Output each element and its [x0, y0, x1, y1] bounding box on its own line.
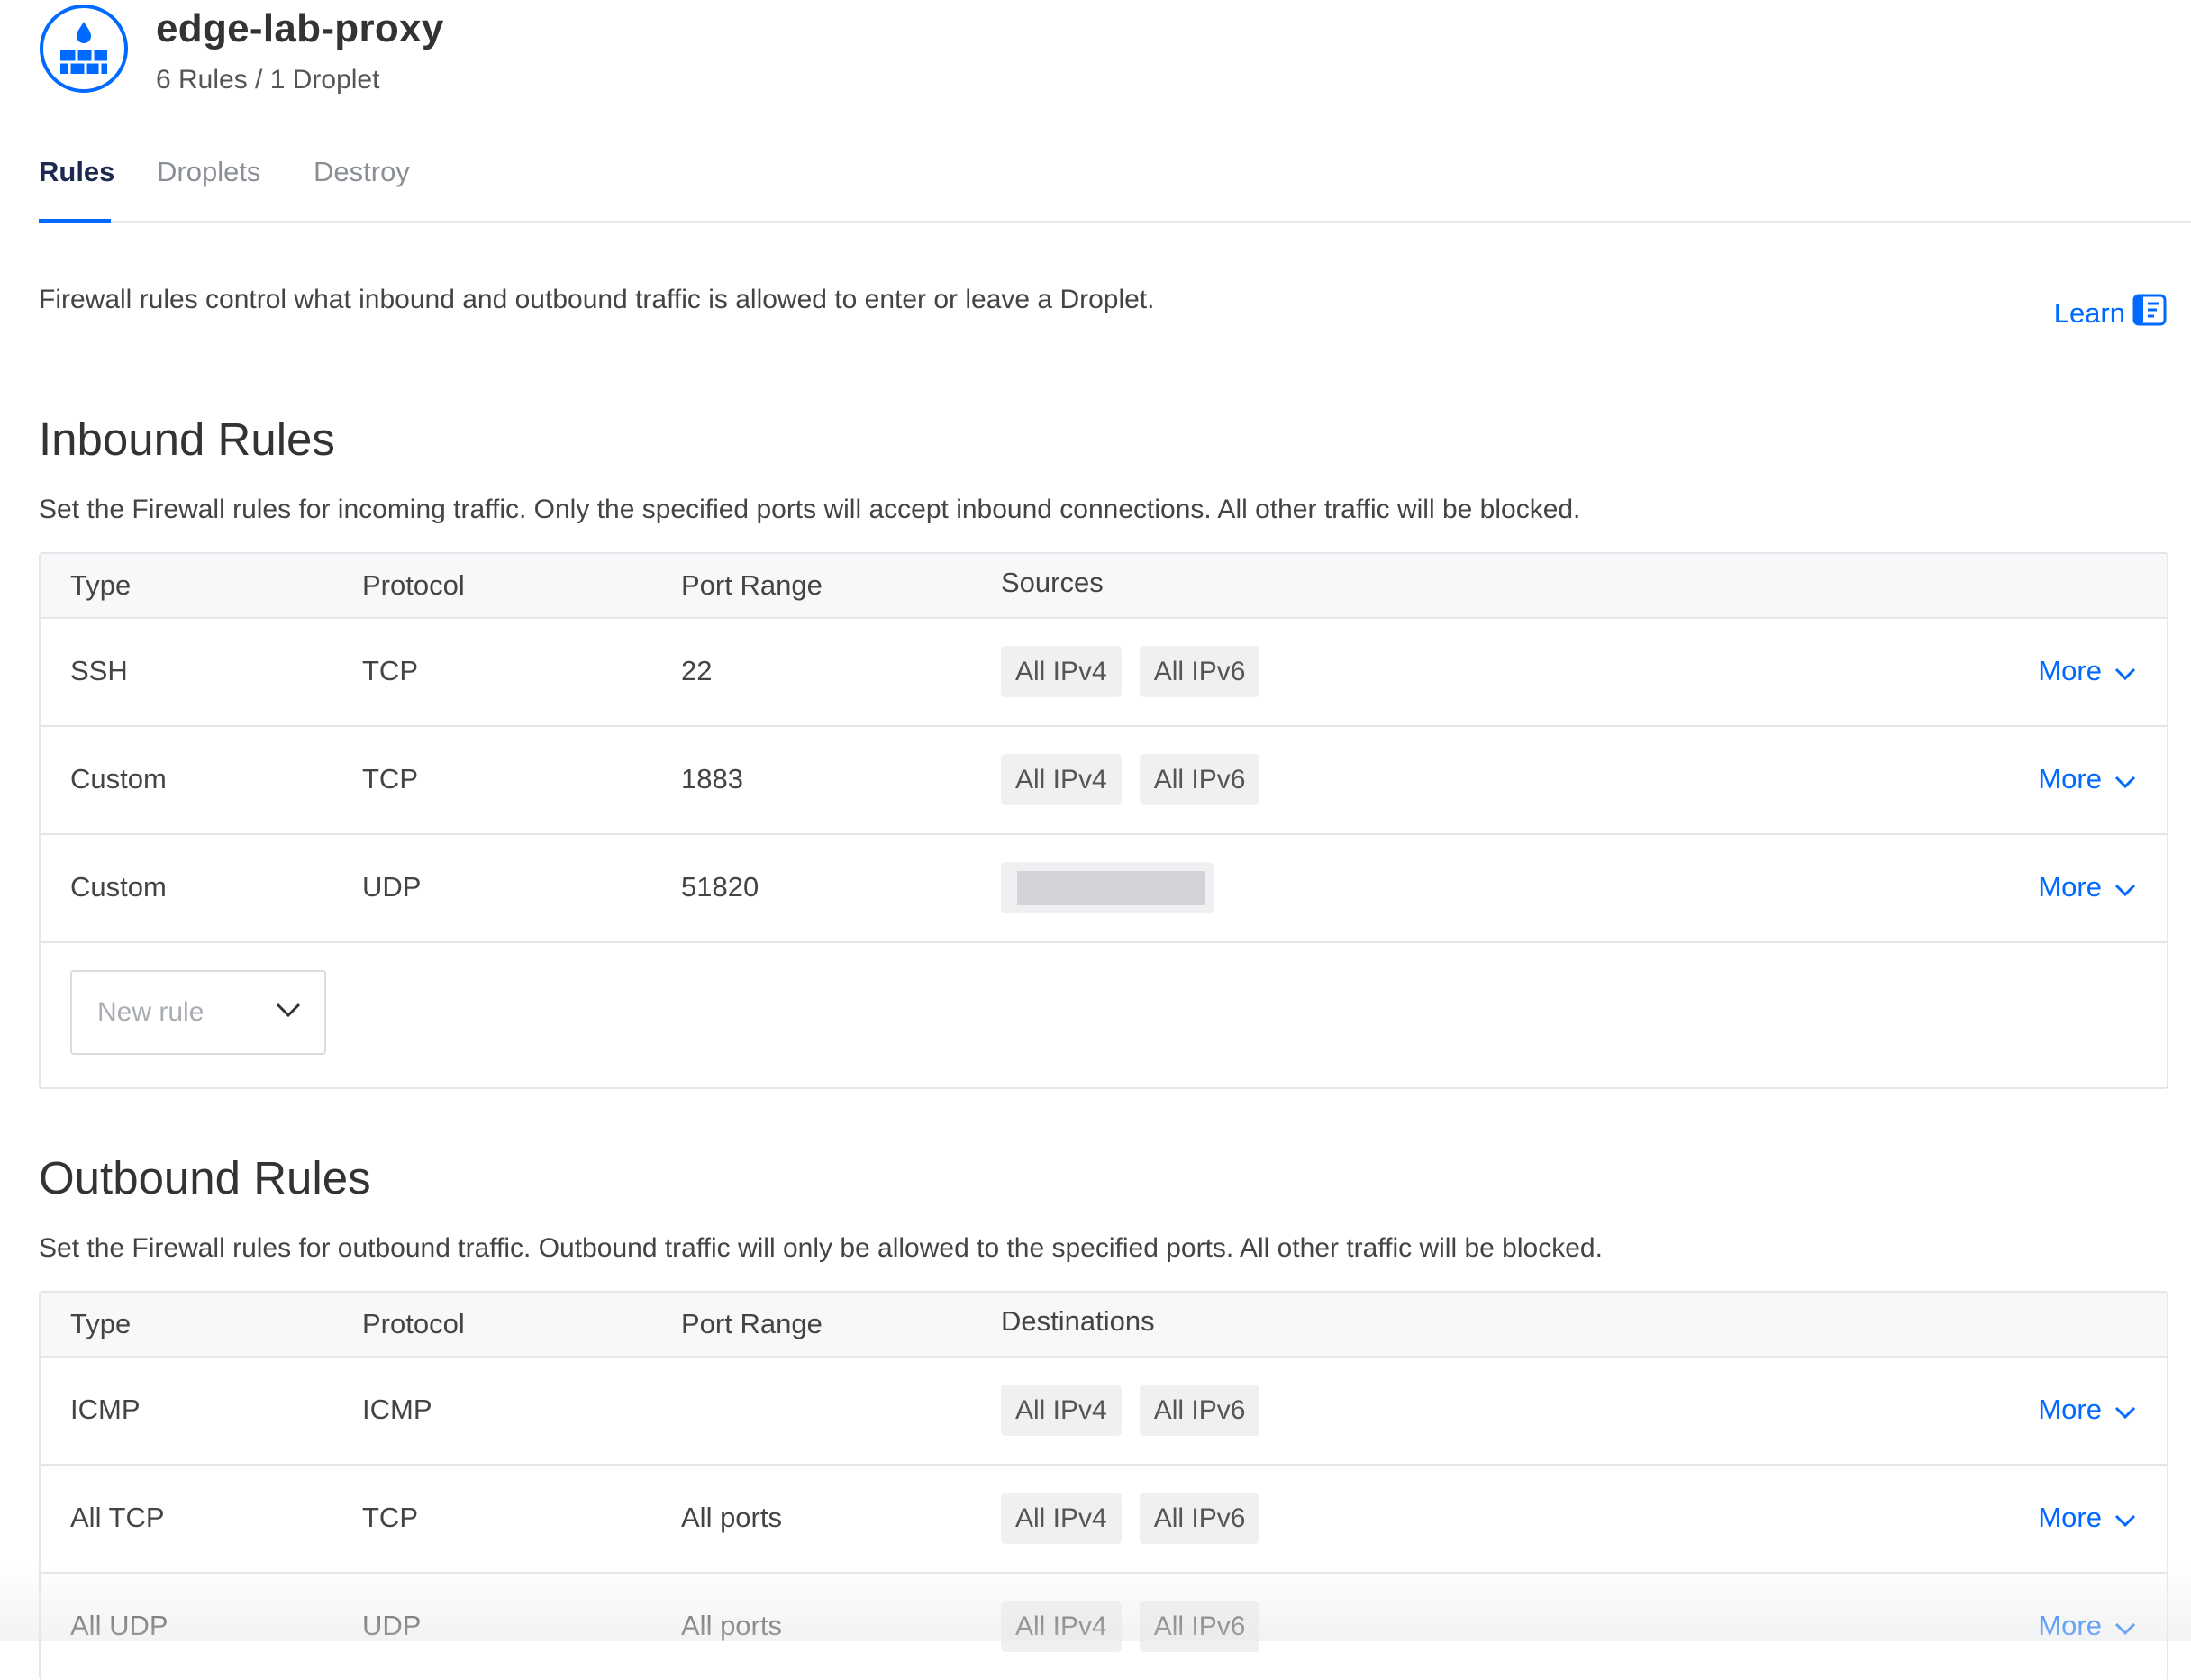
- rule-port: 51820: [681, 871, 759, 903]
- more-button[interactable]: More: [2038, 1610, 2136, 1642]
- column-port-range: Port Range: [681, 569, 823, 601]
- more-label: More: [2038, 655, 2102, 686]
- chevron-down-icon: [2114, 655, 2136, 687]
- inbound-rules-table: Type Protocol Port Range Sources SSH TCP…: [39, 552, 2168, 1089]
- destination-chips: All IPv4 All IPv6: [1001, 1385, 1260, 1436]
- document-icon: [2132, 294, 2167, 333]
- destination-chip: All IPv6: [1139, 1385, 1260, 1436]
- more-button[interactable]: More: [2038, 1502, 2136, 1534]
- chevron-down-icon: [2114, 1610, 2136, 1642]
- chevron-down-icon: [276, 1003, 301, 1022]
- destination-chips: All IPv4 All IPv6: [1001, 1601, 1260, 1652]
- new-rule-placeholder: New rule: [97, 997, 205, 1027]
- learn-label: Learn: [2053, 297, 2125, 329]
- rule-protocol: ICMP: [362, 1394, 432, 1425]
- rule-port: All ports: [681, 1502, 782, 1533]
- more-button[interactable]: More: [2038, 763, 2136, 795]
- more-label: More: [2038, 1394, 2102, 1425]
- title-block: edge-lab-proxy 6 Rules / 1 Droplet: [156, 9, 444, 94]
- firewall-header: edge-lab-proxy 6 Rules / 1 Droplet: [39, 4, 1120, 103]
- more-label: More: [2038, 1610, 2102, 1641]
- column-type: Type: [70, 1308, 132, 1339]
- rule-port: 1883: [681, 763, 743, 795]
- column-destinations: Destinations: [1001, 1305, 1155, 1337]
- new-rule-dropdown[interactable]: New rule: [70, 970, 326, 1055]
- outbound-description: Set the Firewall rules for outbound traf…: [39, 1233, 1603, 1263]
- rule-type: All UDP: [70, 1610, 168, 1641]
- outbound-title: Outbound Rules: [39, 1152, 371, 1203]
- chevron-down-icon: [2114, 1502, 2136, 1534]
- destination-chip: All IPv6: [1139, 1493, 1260, 1544]
- rule-type: Custom: [70, 871, 167, 903]
- learn-link[interactable]: Learn: [2053, 294, 2167, 333]
- table-row: ICMP ICMP All IPv4 All IPv6 More: [41, 1358, 2167, 1466]
- rule-port: 22: [681, 655, 713, 686]
- destination-chips: All IPv4 All IPv6: [1001, 1493, 1260, 1544]
- rule-protocol: TCP: [362, 655, 418, 686]
- rule-type: All TCP: [70, 1502, 165, 1533]
- firewall-icon: [39, 4, 129, 94]
- outbound-rules-table: Type Protocol Port Range Destinations IC…: [39, 1291, 2168, 1680]
- destination-chip: All IPv6: [1139, 1601, 1260, 1652]
- source-chip: All IPv4: [1001, 646, 1122, 697]
- source-chip: All IPv6: [1139, 754, 1260, 805]
- page-subtitle: 6 Rules / 1 Droplet: [156, 65, 380, 95]
- destination-chip: All IPv4: [1001, 1493, 1122, 1544]
- rule-type: ICMP: [70, 1394, 141, 1425]
- rule-type: SSH: [70, 655, 128, 686]
- inbound-description: Set the Firewall rules for incoming traf…: [39, 495, 1581, 524]
- source-chips: [1001, 862, 1214, 913]
- rule-protocol: UDP: [362, 871, 422, 903]
- table-header: Type Protocol Port Range Destinations: [41, 1293, 2167, 1358]
- column-protocol: Protocol: [362, 569, 465, 601]
- column-port-range: Port Range: [681, 1308, 823, 1339]
- more-button[interactable]: More: [2038, 1394, 2136, 1426]
- source-chip: All IPv6: [1139, 646, 1260, 697]
- source-chip: All IPv4: [1001, 754, 1122, 805]
- chevron-down-icon: [2114, 763, 2136, 795]
- table-row: All TCP TCP All ports All IPv4 All IPv6 …: [41, 1466, 2167, 1574]
- intro-text: Firewall rules control what inbound and …: [39, 285, 1155, 314]
- table-row: SSH TCP 22 All IPv4 All IPv6 More: [41, 619, 2167, 727]
- tab-rules[interactable]: Rules: [39, 158, 114, 186]
- column-type: Type: [70, 569, 132, 601]
- source-chips: All IPv4 All IPv6: [1001, 646, 1260, 697]
- more-button[interactable]: More: [2038, 655, 2136, 687]
- table-row: Custom TCP 1883 All IPv4 All IPv6 More: [41, 727, 2167, 835]
- more-label: More: [2038, 871, 2102, 903]
- chevron-down-icon: [2114, 1394, 2136, 1426]
- table-row: All UDP UDP All ports All IPv4 All IPv6 …: [41, 1574, 2167, 1680]
- table-header: Type Protocol Port Range Sources: [41, 554, 2167, 619]
- destination-chip: All IPv4: [1001, 1601, 1122, 1652]
- inbound-title: Inbound Rules: [39, 413, 335, 465]
- tab-destroy[interactable]: Destroy: [314, 158, 410, 186]
- page-title: edge-lab-proxy: [156, 6, 444, 50]
- more-label: More: [2038, 763, 2102, 795]
- firewall-page: edge-lab-proxy 6 Rules / 1 Droplet Rules…: [39, 0, 2191, 1680]
- tab-droplets[interactable]: Droplets: [157, 158, 260, 186]
- redacted-source-chip: [1001, 862, 1214, 913]
- rule-protocol: TCP: [362, 1502, 418, 1533]
- redaction-bar: [1017, 870, 1205, 905]
- rule-port: All ports: [681, 1610, 782, 1641]
- column-protocol: Protocol: [362, 1308, 465, 1339]
- new-rule-area: New rule: [41, 943, 2167, 1087]
- source-chips: All IPv4 All IPv6: [1001, 754, 1260, 805]
- rule-type: Custom: [70, 763, 167, 795]
- more-button[interactable]: More: [2038, 871, 2136, 904]
- chevron-down-icon: [2114, 871, 2136, 904]
- tab-bar: Rules Droplets Destroy: [39, 144, 2191, 223]
- destination-chip: All IPv4: [1001, 1385, 1122, 1436]
- active-tab-indicator: [39, 219, 111, 223]
- column-sources: Sources: [1001, 567, 1104, 598]
- rule-protocol: TCP: [362, 763, 418, 795]
- more-label: More: [2038, 1502, 2102, 1533]
- rule-protocol: UDP: [362, 1610, 422, 1641]
- table-row: Custom UDP 51820 More: [41, 835, 2167, 943]
